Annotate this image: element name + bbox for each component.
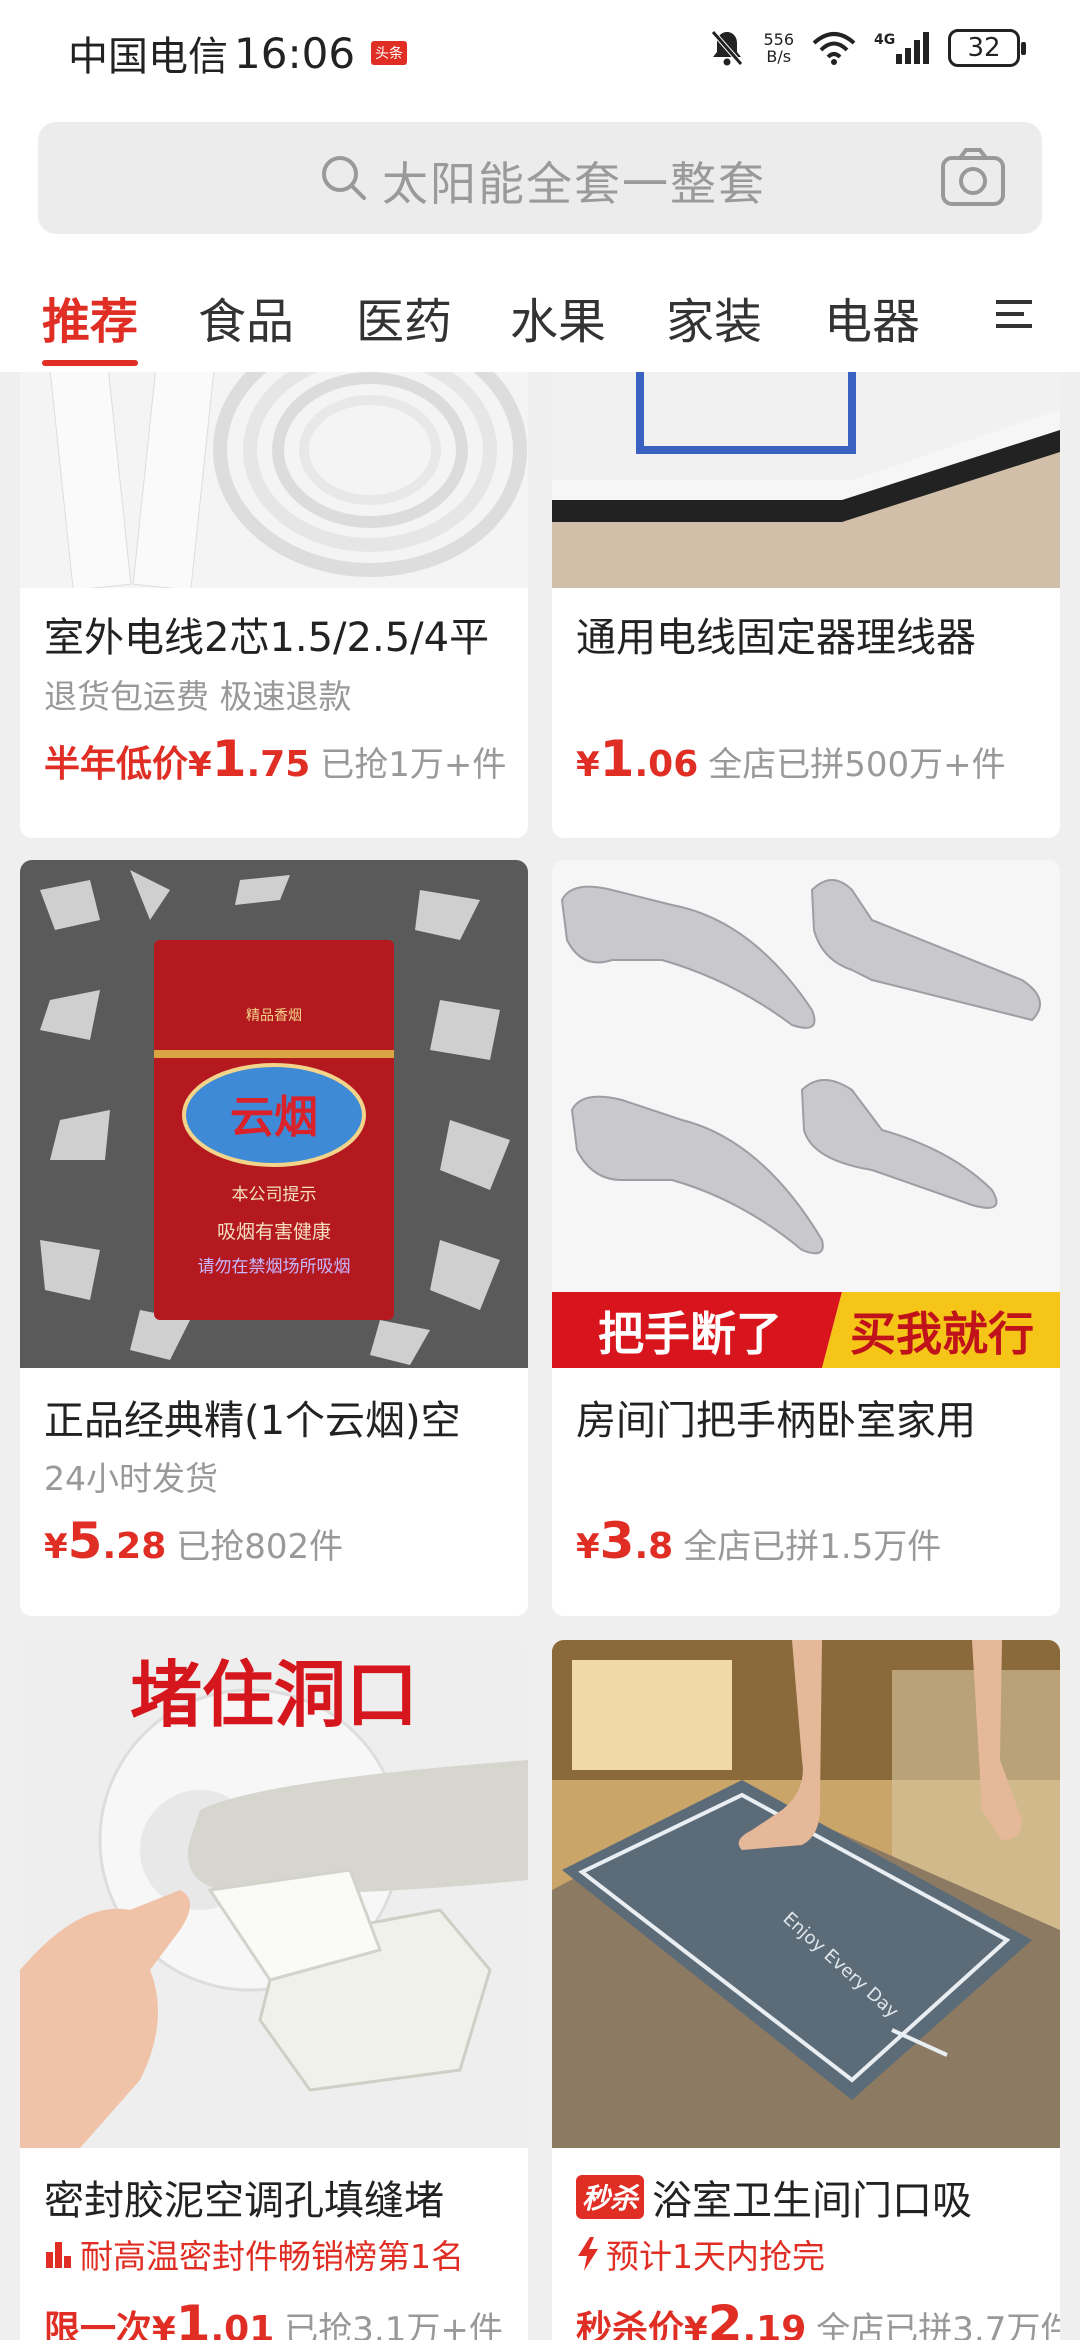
price-row: ¥ 3 .8 全店已拼1.5万件 bbox=[576, 1512, 941, 1570]
price-integer: 1 bbox=[211, 730, 247, 788]
tab-appliances[interactable]: 电器 bbox=[824, 282, 920, 352]
search-placeholder[interactable]: 太阳能全套一整套 bbox=[382, 148, 766, 214]
product-title[interactable]: 正品经典精(1个云烟)空 bbox=[44, 1388, 461, 1446]
category-tabs: 推荐 食品 医药 水果 家装 电器 bbox=[0, 270, 1080, 370]
price-row: ¥ 1 .06 全店已拼500万+件 bbox=[576, 730, 1006, 788]
pack-brand-text: 精品香烟 bbox=[246, 1008, 302, 1024]
pack-warning-3: 请勿在禁烟场所吸烟 bbox=[198, 1257, 351, 1277]
price-integer: 3 bbox=[599, 1512, 635, 1570]
product-title[interactable]: 房间门把手柄卧室家用 bbox=[576, 1388, 976, 1446]
news-badge: 头条 bbox=[371, 41, 408, 65]
banner-text: 堵住洞口 bbox=[130, 1653, 418, 1737]
search-icon bbox=[322, 156, 366, 200]
price-prefix: 半年低价 bbox=[44, 744, 189, 785]
product-image-door-handle[interactable]: 把手断了 买我就行 bbox=[552, 860, 1060, 1368]
price-integer: 2 bbox=[707, 2295, 743, 2340]
price-row: 半年低价 ¥ 1 .75 已抢1万+件 bbox=[44, 730, 506, 788]
price-prefix: 限一次 bbox=[44, 2309, 153, 2340]
product-card-wire-clip[interactable]: 器 通用电线固定器理线器 ¥ 1 .06 全店已拼500万+件 bbox=[552, 300, 1060, 838]
pack-name-text: 云烟 bbox=[230, 1092, 318, 1143]
product-card-door-handle[interactable]: 把手断了 买我就行 房间门把手柄卧室家用 ¥ 3 .8 全店已拼1.5万件 bbox=[552, 860, 1060, 1616]
wifi-icon bbox=[812, 32, 856, 65]
price-row: ¥ 5 .28 已抢802件 bbox=[44, 1512, 343, 1570]
search-bar[interactable]: 太阳能全套一整套 bbox=[38, 122, 1042, 234]
product-title[interactable]: 浴室卫生间门口吸 bbox=[652, 2168, 972, 2226]
product-card-sealant[interactable]: 堵住洞口 密封胶泥空调孔填缝堵 耐高温密封件畅销榜第1名 限一次 ¥ 1 .01… bbox=[20, 1640, 528, 2340]
product-image-cigarette-case[interactable]: 精品香烟 云烟 本公司提示 吸烟有害健康 请勿在禁烟场所吸烟 bbox=[20, 860, 528, 1368]
price-decimal: .75 bbox=[246, 744, 311, 785]
urgency-note: 预计1天内抢完 bbox=[576, 2230, 825, 2278]
rank-chart-icon bbox=[46, 2242, 71, 2268]
currency-symbol: ¥ bbox=[152, 2310, 176, 2340]
camera-icon[interactable] bbox=[940, 146, 1006, 208]
product-card-wire[interactable]: 室外电线2芯1.5/2.5/4平 退货包运费 极速退款 半年低价 ¥ 1 .75… bbox=[20, 300, 528, 838]
product-image-bath-mat[interactable]: Enjoy Every Day bbox=[552, 1640, 1060, 2148]
price-integer: 5 bbox=[67, 1512, 103, 1570]
mute-icon bbox=[711, 30, 744, 66]
sold-count: 已抢3.1万+件 bbox=[284, 2310, 503, 2340]
currency-symbol: ¥ bbox=[188, 745, 212, 785]
menu-icon[interactable] bbox=[994, 296, 1034, 332]
banner-left-text: 把手断了 bbox=[598, 1307, 782, 1361]
carrier-name: 中国电信 bbox=[68, 34, 228, 80]
lightning-icon bbox=[578, 2237, 598, 2271]
status-bar: 中国电信 16:06 头条 556 B/s 4G 32 bbox=[0, 0, 1080, 105]
sold-count: 全店已拼3.7万件 bbox=[816, 2310, 1060, 2340]
top-header: 中国电信 16:06 头条 556 B/s 4G 32 太阳能全套一整套 推荐 … bbox=[0, 0, 1080, 372]
price-prefix: 秒杀价 bbox=[576, 2309, 685, 2340]
clock: 16:06 bbox=[234, 28, 356, 78]
currency-symbol: ¥ bbox=[684, 2310, 708, 2340]
shipping-note: 24小时发货 bbox=[44, 1459, 218, 1498]
price-row: 限一次 ¥ 1 .01 已抢3.1万+件 bbox=[44, 2295, 503, 2340]
tab-home-decor[interactable]: 家装 bbox=[666, 282, 762, 352]
product-title[interactable]: 密封胶泥空调孔填缝堵 bbox=[44, 2168, 444, 2226]
active-tab-indicator bbox=[42, 360, 138, 366]
currency-symbol: ¥ bbox=[576, 745, 600, 785]
price-decimal: .06 bbox=[634, 744, 699, 785]
currency-symbol: ¥ bbox=[44, 1527, 68, 1567]
signal-icon: 4G bbox=[874, 32, 929, 64]
banner-right-text: 买我就行 bbox=[850, 1307, 1034, 1361]
currency-symbol: ¥ bbox=[576, 1527, 600, 1567]
price-row: 秒杀价 ¥ 2 .19 全店已拼3.7万件 bbox=[576, 2295, 1060, 2340]
price-integer: 1 bbox=[599, 730, 635, 788]
sold-count: 全店已拼1.5万件 bbox=[683, 1527, 942, 1567]
sold-count: 已抢802件 bbox=[176, 1527, 344, 1567]
price-decimal: .28 bbox=[102, 1526, 167, 1567]
sold-count: 全店已拼500万+件 bbox=[708, 745, 1006, 785]
tab-fruit[interactable]: 水果 bbox=[510, 282, 606, 352]
tab-recommend[interactable]: 推荐 bbox=[42, 282, 138, 352]
pack-warning-1: 本公司提示 bbox=[232, 1185, 317, 1205]
product-title[interactable]: 通用电线固定器理线器 bbox=[576, 605, 976, 663]
price-decimal: .19 bbox=[742, 2309, 807, 2340]
product-card-bath-mat[interactable]: Enjoy Every Day 秒杀 浴室卫生间门口吸 预计1天内抢完 秒杀价 … bbox=[552, 1640, 1060, 2340]
product-card-cigarette-case[interactable]: 精品香烟 云烟 本公司提示 吸烟有害健康 请勿在禁烟场所吸烟 正品经典精(1个云… bbox=[20, 860, 528, 1616]
product-title[interactable]: 室外电线2芯1.5/2.5/4平 bbox=[44, 605, 489, 663]
product-service-tags: 退货包运费 极速退款 bbox=[44, 677, 352, 716]
product-image-sealant[interactable]: 堵住洞口 bbox=[20, 1640, 528, 2148]
flash-sale-tag: 秒杀 bbox=[576, 2175, 645, 2219]
pack-warning-2: 吸烟有害健康 bbox=[217, 1221, 331, 1243]
ranking-badge: 耐高温密封件畅销榜第1名 bbox=[44, 2230, 464, 2278]
tab-food[interactable]: 食品 bbox=[198, 282, 294, 352]
battery-icon: 32 bbox=[948, 29, 1026, 67]
price-decimal: .8 bbox=[634, 1526, 674, 1567]
tab-medicine[interactable]: 医药 bbox=[356, 282, 452, 352]
sold-count: 已抢1万+件 bbox=[320, 745, 507, 785]
price-decimal: .01 bbox=[210, 2309, 275, 2340]
net-speed: 556 B/s bbox=[763, 30, 794, 66]
svg-text:4G: 4G bbox=[874, 32, 895, 48]
product-title-row[interactable]: 秒杀 浴室卫生间门口吸 bbox=[576, 2168, 972, 2226]
price-integer: 1 bbox=[175, 2295, 211, 2340]
